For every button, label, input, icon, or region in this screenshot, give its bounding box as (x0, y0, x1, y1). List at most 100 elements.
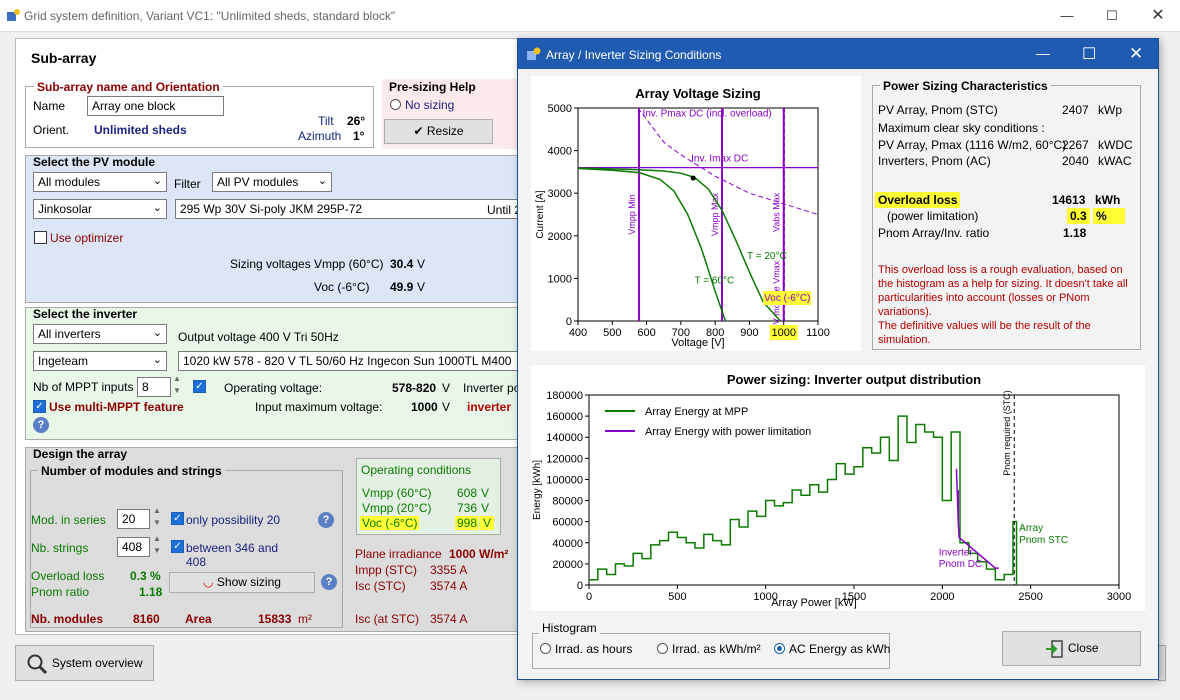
resize-button[interactable]: ✔ Resize (384, 119, 493, 144)
y-tick-label: 1000 (548, 273, 572, 285)
y-axis-label: Current [A] (535, 190, 546, 239)
area-value: 15833 (258, 612, 292, 626)
inv-pnom-unit: kWAC (1098, 154, 1132, 168)
only-possibility-checkbox[interactable]: ✓ (171, 512, 184, 525)
stepper-up-icon[interactable]: ▲ (153, 506, 161, 515)
x-tick-label: 1100 (806, 327, 830, 339)
pmax-dc-label: Inv. Pmax DC (incl. overload) (642, 109, 771, 120)
power-limit-label: (power limitation) (887, 209, 979, 223)
module-filter-value: All modules (38, 175, 101, 189)
irrad-kwh-label: Irrad. as kWh/m² (672, 642, 761, 656)
app-icon (527, 47, 541, 60)
vabs-max-label: Vabs Max (772, 192, 782, 232)
close-button[interactable]: Close (1002, 631, 1141, 666)
window-title: Grid system definition, Variant VC1: "Un… (24, 9, 396, 23)
nb-modules-label: Nb. modules (31, 612, 104, 626)
voc-unit: V (417, 280, 426, 294)
module-model-select[interactable]: 295 Wp 30V Si-poly JKM 295P-72 (175, 199, 520, 219)
show-sizing-button[interactable]: ◡ Show sizing (169, 572, 315, 593)
x-tick-label-1000: 1000 (771, 327, 795, 339)
orient-value: Unlimited sheds (94, 123, 187, 137)
stepper-down-icon[interactable]: ▼ (153, 546, 161, 555)
maximize-icon[interactable]: ☐ (1102, 6, 1122, 26)
x-tick-label: 600 (637, 327, 655, 339)
inverter-manufacturer-select[interactable]: Ingeteam ⌄ (33, 351, 167, 371)
note-line: This overload loss is a rough evaluation… (878, 264, 1123, 276)
mod-series-label: Mod. in series (31, 513, 106, 527)
pv-pnom-unit: kWp (1098, 103, 1122, 117)
ratio-value: 1.18 (1063, 226, 1087, 240)
minimize-icon[interactable]: — (1036, 45, 1050, 61)
sizing-voltages-label: Sizing voltages : (230, 257, 318, 271)
multi-mppt-checkbox[interactable]: ✓ (33, 400, 46, 413)
exit-door-icon (1046, 640, 1064, 658)
power-distribution-chart: Power sizing: Inverter output distributi… (531, 365, 1145, 611)
stepper-down-icon[interactable]: ▼ (153, 518, 161, 527)
module-manufacturer-select[interactable]: Jinkosolar ⌄ (33, 199, 167, 219)
dialog-titlebar: Array / Inverter Sizing Conditions — ☐ ✕ (518, 39, 1158, 69)
maximize-icon[interactable]: ☐ (1082, 44, 1096, 64)
help-icon[interactable]: ? (318, 512, 334, 528)
no-sizing-radio[interactable] (390, 99, 401, 110)
x-tick-label: 0 (586, 591, 592, 603)
x-tick-label: 2500 (1018, 591, 1042, 603)
optimizer-checkbox[interactable] (34, 231, 47, 244)
t20-label: T = 20°C (747, 251, 787, 262)
inverter-model-select[interactable]: 1020 kW 578 - 820 V TL 50/60 Hz Ingecon … (178, 351, 520, 371)
pv-pmax-value: 2267 (1062, 138, 1089, 152)
max-clear-label: Maximum clear sky conditions : (878, 121, 1045, 135)
name-input[interactable]: Array one block (87, 96, 224, 116)
legend-label-limited: Array Energy with power limitation (645, 426, 811, 438)
ratio-label: Pnom Array/Inv. ratio (878, 226, 990, 240)
mppt-input[interactable]: 8 (137, 377, 171, 397)
stepper-down-icon[interactable]: ▼ (173, 386, 181, 395)
irrad-hours-radio[interactable] (540, 643, 551, 654)
op-vmpp20-unit: V (481, 501, 490, 515)
nb-modules-value: 8160 (133, 612, 160, 626)
y-tick-label: 160000 (546, 411, 583, 423)
pv-filter-select[interactable]: All PV modules ⌄ (212, 172, 332, 192)
area-label: Area (185, 612, 212, 626)
dialog-title: Array / Inverter Sizing Conditions (546, 48, 722, 62)
app-icon (7, 9, 20, 21)
inv-pnom-label: Inverters, Pnom (AC) (878, 154, 991, 168)
y-tick-label: 0 (577, 580, 583, 592)
help-icon[interactable]: ? (321, 574, 337, 590)
help-icon[interactable]: ? (33, 417, 49, 433)
x-tick-label: 500 (603, 327, 621, 339)
show-sizing-label: Show sizing (216, 575, 281, 589)
inverter-manufacturer-value: Ingeteam (38, 354, 89, 368)
op-vmpp20-label: Vmpp (20°C) (362, 501, 432, 515)
op-voc-value: 998 (455, 516, 480, 530)
nb-strings-input[interactable]: 408 (117, 537, 150, 557)
chevron-down-icon: ⌄ (152, 327, 162, 339)
stepper-up-icon[interactable]: ▲ (173, 374, 181, 383)
y-tick-label: 4000 (548, 146, 572, 158)
tilt-label: Tilt (318, 114, 334, 128)
voc-value: 49.9 (390, 280, 414, 294)
stepper-up-icon[interactable]: ▲ (153, 534, 161, 543)
mppt-checkbox[interactable]: ✓ (193, 380, 206, 393)
ac-energy-radio[interactable] (774, 643, 785, 654)
between-checkbox[interactable]: ✓ (171, 540, 184, 553)
filter-label: Filter (174, 177, 201, 191)
mod-series-input[interactable]: 20 (117, 509, 150, 529)
irrad-kwh-radio[interactable] (657, 643, 668, 654)
module-filter-select[interactable]: All modules ⌄ (33, 172, 167, 192)
isc-value: 3574 A (430, 579, 468, 593)
operating-title: Operating conditions (361, 463, 472, 477)
chevron-down-icon: ⌄ (152, 175, 162, 187)
op-voc-label: Voc (-6°C) (360, 516, 420, 530)
note-line: variations). (878, 306, 932, 318)
close-icon[interactable]: ✕ (1129, 44, 1143, 64)
system-overview-button[interactable]: System overview (15, 645, 154, 681)
x-tick-label: 900 (740, 327, 758, 339)
y-tick-label: 0 (566, 316, 572, 328)
pnom-ratio-value: 1.18 (139, 585, 163, 599)
overload-note: This overload loss is a rough evaluation… (878, 263, 1138, 347)
close-icon[interactable]: ✕ (1148, 6, 1168, 26)
impp-label: Impp (STC) (355, 563, 418, 577)
minimize-icon[interactable]: — (1057, 6, 1077, 26)
isc-at-label: Isc (at STC) (355, 612, 420, 626)
inverter-filter-select[interactable]: All inverters ⌄ (33, 324, 167, 344)
